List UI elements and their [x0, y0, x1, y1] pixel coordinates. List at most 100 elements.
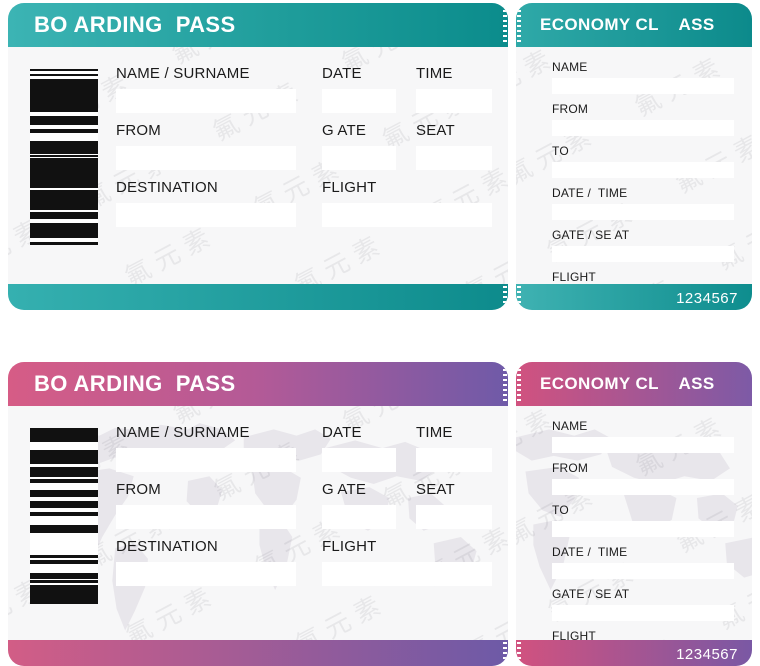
- stub-field-row: FLIGHT: [552, 628, 734, 640]
- field-label: DATE: [322, 65, 362, 82]
- main-ticket-panel: BO ARDING PASS 氟元素 氟元素 氟元素 氟元素 氟元素 氟元素 氟元素…: [8, 3, 508, 310]
- stub-field-input[interactable]: [552, 246, 734, 262]
- stub-panel: ECONOMY CL ASS 氟元素 氟元素 氟元素 氟元素 氟元素氟元素 氟元素…: [516, 3, 752, 310]
- field-flight: FLIGHT: [322, 179, 492, 227]
- field-g-ate: G ATE: [322, 122, 396, 170]
- stub-header-bar: ECONOMY CL ASS: [516, 3, 752, 47]
- stub-body: 氟元素 氟元素 氟元素 氟元素 氟元素氟元素 氟元素 氟元素 氟元素 氟元素氟元…: [516, 406, 752, 640]
- field-date: DATE: [322, 65, 396, 113]
- field-label: DESTINATION: [116, 538, 218, 555]
- field-name-surname: NAME / SURNAME: [116, 65, 296, 113]
- stub-footer-bar: 1234567: [516, 640, 752, 666]
- stub-field-label: TO: [552, 503, 569, 517]
- stub-field-row: DATE / TIME: [552, 544, 734, 579]
- main-header-bar: BO ARDING PASS: [8, 362, 508, 406]
- field-input[interactable]: [322, 505, 396, 529]
- field-input[interactable]: [116, 562, 296, 586]
- field-input[interactable]: [416, 146, 492, 170]
- barcode-bar-dark: [30, 242, 98, 245]
- barcode-bar-dark: [30, 203, 98, 210]
- field-input[interactable]: [116, 448, 296, 472]
- field-input[interactable]: [116, 89, 296, 113]
- field-time: TIME: [416, 424, 492, 472]
- field-seat: SEAT: [416, 122, 492, 170]
- stub-field-input[interactable]: [552, 563, 734, 579]
- field-label: FLIGHT: [322, 538, 377, 555]
- stub-field-label: NAME: [552, 60, 588, 74]
- field-input[interactable]: [116, 146, 296, 170]
- field-label: DATE: [322, 424, 362, 441]
- stub-field-row: NAME: [552, 418, 734, 453]
- stub-field-row: GATE / SE AT: [552, 586, 734, 621]
- boarding-pass-title: BO ARDING PASS: [34, 371, 236, 396]
- stub-field-row: TO: [552, 502, 734, 537]
- stub-field-input[interactable]: [552, 437, 734, 453]
- field-label: G ATE: [322, 481, 367, 498]
- main-ticket-body: 氟元素 氟元素 氟元素 氟元素 氟元素氟元素 氟元素 氟元素 氟元素 氟元素氟元…: [8, 406, 508, 640]
- field-row: NAME / SURNAME DATE TIME: [116, 65, 500, 122]
- barcode-bar-dark: [30, 601, 98, 604]
- stub-field-row: FLIGHT: [552, 269, 734, 284]
- stub-field-input[interactable]: [552, 78, 734, 94]
- perforation-edge: [517, 286, 521, 308]
- field-input[interactable]: [322, 89, 396, 113]
- main-footer-bar: [8, 284, 508, 310]
- field-input[interactable]: [416, 448, 492, 472]
- field-input[interactable]: [116, 203, 296, 227]
- perforation-edge: [517, 5, 521, 45]
- field-seat: SEAT: [416, 481, 492, 529]
- field-from: FROM: [116, 481, 296, 529]
- field-row: FROM G ATE SEAT: [116, 122, 500, 179]
- barcode: [30, 69, 98, 245]
- field-input[interactable]: [416, 505, 492, 529]
- field-destination: DESTINATION: [116, 179, 296, 227]
- teal-ticket: BO ARDING PASS 氟元素 氟元素 氟元素 氟元素 氟元素 氟元素 氟元素…: [8, 3, 752, 310]
- stub-field-label: FLIGHT: [552, 629, 596, 640]
- field-time: TIME: [416, 65, 492, 113]
- pink-ticket: BO ARDING PASS 氟元素 氟元素 氟元素 氟元素 氟元素 氟元素 氟元素…: [8, 362, 752, 666]
- stub-field-row: GATE / SE AT: [552, 227, 734, 262]
- stub-field-row: DATE / TIME: [552, 185, 734, 220]
- stub-field-label: DATE / TIME: [552, 545, 628, 559]
- field-label: TIME: [416, 65, 453, 82]
- barcode-bar-dark: [30, 585, 98, 592]
- field-input[interactable]: [322, 146, 396, 170]
- field-label: TIME: [416, 424, 453, 441]
- ticket-split: BO ARDING PASS 氟元素 氟元素 氟元素 氟元素 氟元素 氟元素 氟元素…: [8, 3, 752, 310]
- field-destination: DESTINATION: [116, 538, 296, 586]
- stub-body: 氟元素 氟元素 氟元素 氟元素 氟元素氟元素 氟元素 氟元素 氟元素 氟元素氟元…: [516, 47, 752, 284]
- stub-field-label: FROM: [552, 102, 589, 116]
- stub-header-bar: ECONOMY CL ASS: [516, 362, 752, 406]
- stub-fields: NAME FROM TO DATE / TIME GATE / SE AT FLIGHT: [552, 418, 734, 640]
- stub-field-row: TO: [552, 143, 734, 178]
- stub-field-input[interactable]: [552, 204, 734, 220]
- stub-field-input[interactable]: [552, 162, 734, 178]
- field-input[interactable]: [322, 203, 492, 227]
- field-name-surname: NAME / SURNAME: [116, 424, 296, 472]
- economy-class-title: ECONOMY CL ASS: [540, 15, 715, 34]
- stub-field-label: GATE / SE AT: [552, 587, 630, 601]
- field-label: DESTINATION: [116, 179, 218, 196]
- field-input[interactable]: [322, 562, 492, 586]
- stub-field-input[interactable]: [552, 479, 734, 495]
- field-input[interactable]: [116, 505, 296, 529]
- ticket-serial-number: 1234567: [676, 646, 738, 663]
- stub-field-input[interactable]: [552, 521, 734, 537]
- main-header-bar: BO ARDING PASS: [8, 3, 508, 47]
- perforation-edge: [503, 642, 507, 664]
- field-input[interactable]: [322, 448, 396, 472]
- field-row: NAME / SURNAME DATE TIME: [116, 424, 500, 481]
- stub-field-input[interactable]: [552, 605, 734, 621]
- field-label: G ATE: [322, 122, 367, 139]
- stub-fields: NAME FROM TO DATE / TIME GATE / SE AT FLIGHT: [552, 59, 734, 284]
- barcode-bar-dark: [30, 212, 98, 219]
- perforation-edge: [517, 364, 521, 404]
- field-input[interactable]: [416, 89, 492, 113]
- stub-footer-bar: 1234567: [516, 284, 752, 310]
- boarding-pass-title: BO ARDING PASS: [34, 12, 236, 37]
- stub-field-input[interactable]: [552, 120, 734, 136]
- field-from: FROM: [116, 122, 296, 170]
- barcode-bar-dark: [30, 435, 98, 442]
- field-flight: FLIGHT: [322, 538, 492, 586]
- field-label: NAME / SURNAME: [116, 65, 250, 82]
